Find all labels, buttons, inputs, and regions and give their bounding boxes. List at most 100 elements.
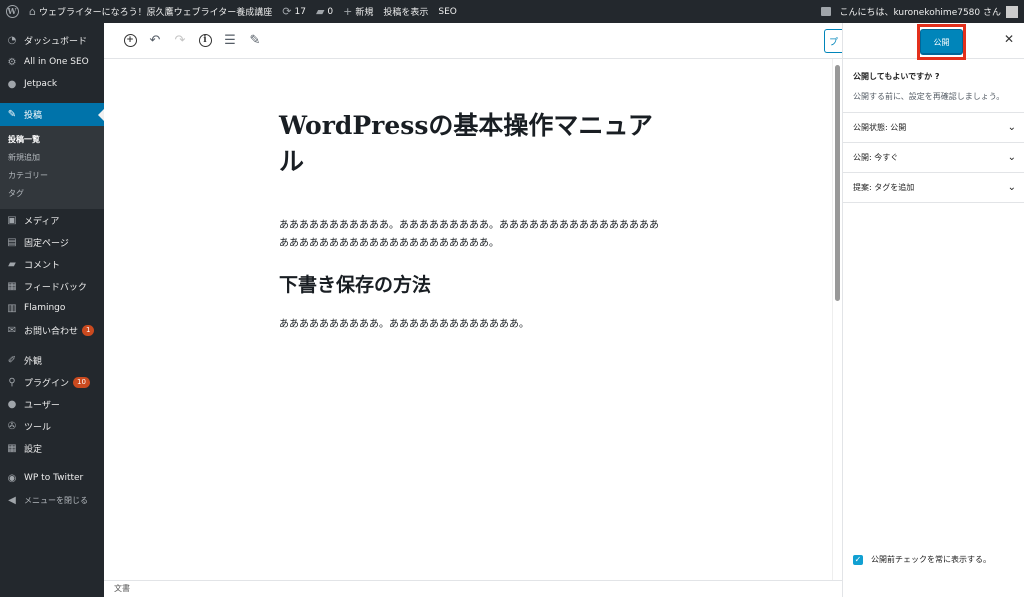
dashboard-icon: ◔	[7, 34, 17, 46]
schedule-label: 公開: 今すぐ	[853, 153, 899, 162]
menu-aioseo[interactable]: ⚙ All in One SEO	[0, 51, 104, 73]
wrench-icon: ✇	[7, 420, 17, 432]
gear-icon: ⚙	[7, 56, 17, 68]
menu-flamingo-label: Flamingo	[24, 303, 66, 313]
comment-icon: ▰	[8, 258, 16, 270]
admin-bar: W ⌂ ウェブライターになろう！原久鷹ウェブライター養成講座 ⟳ 17 ▰ 0 …	[0, 0, 1024, 23]
new-content-link[interactable]: + 新規	[338, 0, 378, 23]
suggestion-label: 提案: タグを追加	[853, 183, 915, 192]
menu-pages[interactable]: ▤ 固定ページ	[0, 231, 104, 253]
chevron-down-icon: ⌄	[1007, 182, 1016, 193]
plus-icon: +	[343, 5, 353, 18]
block-breadcrumb[interactable]: 文書	[104, 580, 842, 597]
chevron-down-icon: ⌄	[1007, 122, 1016, 133]
menu-dashboard[interactable]: ◔ ダッシュボード	[0, 29, 104, 51]
scrollbar-thumb[interactable]	[835, 65, 840, 301]
plugins-badge: 10	[73, 376, 90, 388]
new-label: 新規	[355, 8, 374, 18]
home-icon: ⌂	[29, 5, 36, 18]
paragraph-block-2[interactable]: ああああああああああ。あああああああああああああ。	[279, 316, 664, 334]
menu-feedback[interactable]: ▦ フィードバック	[0, 275, 104, 297]
menu-users-label: ユーザー	[24, 400, 60, 411]
menu-appearance-label: 外観	[24, 356, 43, 367]
schedule-row[interactable]: 公開: 今すぐ ⌄	[843, 143, 1024, 173]
comments-link[interactable]: ▰ 0	[311, 0, 338, 23]
menu-comments-label: コメント	[24, 260, 61, 271]
block-navigation-icon[interactable]: ☰	[218, 29, 242, 53]
preview-button[interactable]: プ	[824, 29, 842, 53]
menu-tools-label: ツール	[24, 422, 52, 433]
menu-media[interactable]: ▣ メディア	[0, 209, 104, 231]
collapse-icon: ◀	[8, 494, 16, 506]
submenu-add-new[interactable]: 新規追加	[0, 149, 104, 167]
menu-posts[interactable]: ✎ 投稿	[0, 103, 104, 126]
updates-icon: ⟳	[282, 5, 292, 18]
add-block-icon[interactable]: +	[118, 29, 142, 53]
paragraph-block-1[interactable]: あああああああああああ。あああああああああ。ああああああああああああああああああ…	[279, 217, 664, 253]
menu-flamingo[interactable]: ▥ Flamingo	[0, 297, 104, 319]
checkbox-checked-icon[interactable]: ✓	[853, 554, 863, 565]
visibility-label: 公開状態: 公開	[853, 123, 907, 132]
menu-dashboard-label: ダッシュボード	[24, 36, 88, 47]
mail-icon: ✉	[7, 324, 17, 336]
prepublish-panel: 公開 ✕ 公開してもよいですか ? 公開する前に、設定を再確認しましょう。 公開…	[842, 23, 1024, 597]
menu-appearance[interactable]: ✐ 外観	[0, 349, 104, 371]
pin-icon: ✎	[7, 109, 17, 120]
flamingo-icon: ▥	[7, 302, 17, 314]
menu-jetpack-label: Jetpack	[24, 79, 58, 89]
updates-count: 17	[294, 6, 306, 17]
menu-pages-label: 固定ページ	[24, 238, 69, 249]
editor-canvas: WordPressの基本操作マニュアル あああああああああああ。ああああああああ…	[104, 59, 842, 580]
menu-settings[interactable]: ▦ 設定	[0, 437, 104, 459]
feedback-icon: ▦	[7, 280, 17, 292]
submenu-categories[interactable]: カテゴリー	[0, 167, 104, 185]
menu-tools[interactable]: ✇ ツール	[0, 415, 104, 437]
suggestion-row[interactable]: 提案: タグを追加 ⌄	[843, 173, 1024, 203]
account-greeting[interactable]: こんにちは、kuronekohime7580 さん	[839, 5, 1001, 18]
menu-contact-label: お問い合わせ	[24, 326, 79, 337]
admin-sidebar: ◔ ダッシュボード ⚙ All in One SEO ● Jetpack ✎ 投稿 投稿…	[0, 23, 104, 597]
always-show-checkbox[interactable]: ✓ 公開前チェックを常に表示する。	[853, 554, 991, 565]
wordpress-logo-icon[interactable]: W	[0, 0, 24, 23]
menu-wp-to-twitter[interactable]: ◉ WP to Twitter	[0, 467, 104, 489]
posts-submenu: 投稿一覧 新規追加 カテゴリー タグ	[0, 126, 104, 209]
menu-contact[interactable]: ✉ お問い合わせ 1	[0, 319, 104, 341]
menu-settings-label: 設定	[24, 444, 43, 455]
undo-icon[interactable]: ↶	[143, 29, 167, 53]
menu-media-label: メディア	[24, 216, 60, 227]
prepublish-question: 公開してもよいですか ?	[853, 72, 940, 81]
menu-comments[interactable]: ▰ コメント	[0, 253, 104, 275]
menu-jetpack[interactable]: ● Jetpack	[0, 73, 104, 95]
visibility-row[interactable]: 公開状態: 公開 ⌄	[843, 113, 1024, 143]
twitter-icon: ◉	[7, 472, 17, 484]
submenu-all-posts[interactable]: 投稿一覧	[0, 131, 104, 149]
settings-icon: ▦	[7, 442, 17, 454]
site-name-link[interactable]: ⌂ ウェブライターになろう！原久鷹ウェブライター養成講座	[24, 0, 277, 23]
prepublish-subtext: 公開する前に、設定を再確認しましょう。	[853, 92, 1005, 101]
editor-scrollbar[interactable]	[832, 59, 842, 580]
avatar[interactable]	[1006, 5, 1018, 18]
menu-wp-to-twitter-label: WP to Twitter	[24, 473, 84, 483]
submenu-tags[interactable]: タグ	[0, 185, 104, 203]
menu-aioseo-label: All in One SEO	[24, 57, 89, 67]
contact-badge: 1	[82, 324, 95, 336]
editor-toolbar: + ↶ ↷ i ☰ ✎ プ	[104, 23, 842, 59]
close-icon[interactable]: ✕	[1004, 32, 1014, 46]
updates-link[interactable]: ⟳ 17	[277, 0, 311, 23]
pencil-icon[interactable]: ✎	[243, 29, 267, 53]
menu-collapse-label: メニューを閉じる	[24, 495, 88, 505]
heading-block[interactable]: 下書き保存の方法	[279, 270, 431, 297]
menu-feedback-label: フィードバック	[24, 282, 87, 293]
menu-collapse[interactable]: ◀ メニューを閉じる	[0, 489, 104, 511]
notification-icon[interactable]	[821, 7, 832, 16]
menu-users[interactable]: ● ユーザー	[0, 393, 104, 415]
prepublish-intro: 公開してもよいですか ? 公開する前に、設定を再確認しましょう。	[843, 59, 1024, 113]
redo-icon[interactable]: ↷	[168, 29, 192, 53]
panel-header: 公開 ✕	[843, 23, 1024, 60]
info-icon[interactable]: i	[193, 29, 217, 53]
menu-plugins[interactable]: ⚲ プラグイン 10	[0, 371, 104, 393]
post-title[interactable]: WordPressの基本操作マニュアル	[279, 108, 659, 180]
publish-button[interactable]: 公開	[920, 29, 963, 55]
seo-menu-link[interactable]: SEO	[433, 0, 461, 23]
view-post-link[interactable]: 投稿を表示	[378, 0, 433, 23]
